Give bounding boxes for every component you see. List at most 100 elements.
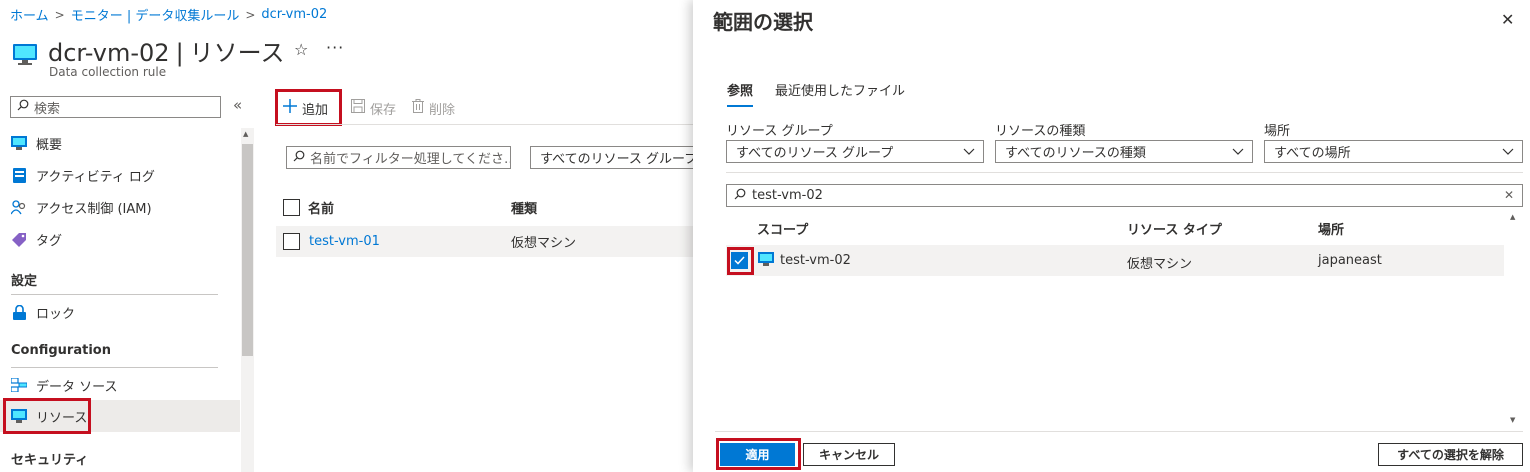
column-header-type[interactable]: 種類 — [511, 198, 537, 217]
sidebar-item-iam[interactable]: アクセス制御 (IAM) — [0, 191, 240, 223]
breadcrumb-monitor-dcr[interactable]: モニター | データ収集ルール — [71, 5, 240, 24]
sidebar-scrollbar[interactable]: ▲ — [241, 128, 254, 472]
location-dropdown[interactable]: すべての場所 — [1264, 140, 1523, 163]
save-button[interactable]: 保存 — [351, 99, 396, 118]
data-source-icon — [11, 377, 27, 393]
resource-type-value: すべてのリソースの種類 — [1005, 146, 1146, 161]
scope-table-scrollbar[interactable]: ▲ ▼ — [1506, 210, 1522, 428]
sidebar-search-placeholder: 検索 — [34, 101, 61, 117]
resource-monitor-icon — [12, 42, 38, 66]
resource-group-filter[interactable]: すべてのリソース グループ — [530, 146, 700, 169]
column-header-resource-type[interactable]: リソース タイプ — [1127, 219, 1222, 238]
sidebar-item-tags[interactable]: タグ — [0, 223, 240, 255]
resource-type-cell: 仮想マシン — [1127, 257, 1193, 272]
table-row[interactable]: test-vm-02 仮想マシン japaneast — [726, 245, 1504, 276]
tab-browse[interactable]: 参照 — [727, 80, 754, 107]
scroll-down-arrow-icon[interactable]: ▼ — [1510, 416, 1515, 424]
more-options-icon[interactable]: ··· — [326, 38, 344, 57]
sidebar-divider — [11, 294, 218, 295]
column-header-location[interactable]: 場所 — [1318, 219, 1344, 238]
location-cell: japaneast — [1318, 253, 1382, 268]
resource-name-link[interactable]: test-vm-01 — [309, 234, 511, 249]
row-checkbox[interactable] — [283, 233, 300, 250]
trash-icon — [412, 99, 425, 117]
sidebar-item-label: 概要 — [36, 137, 63, 153]
sidebar-item-overview[interactable]: 概要 — [0, 127, 240, 159]
sidebar-item-activity-log[interactable]: アクティビティ ログ — [0, 159, 240, 191]
scope-name-cell: test-vm-02 — [780, 253, 851, 268]
sidebar-item-label: アクティビティ ログ — [36, 169, 155, 185]
location-value: すべての場所 — [1274, 146, 1351, 161]
clear-search-icon[interactable]: ✕ — [1504, 188, 1514, 202]
page-title: dcr-vm-02 | リソース — [48, 33, 284, 68]
select-all-checkbox[interactable] — [283, 198, 300, 216]
sidebar-item-lock[interactable]: ロック — [0, 296, 240, 328]
search-icon — [293, 150, 305, 166]
favorite-star-icon[interactable]: ☆ — [294, 40, 308, 59]
tag-icon — [11, 231, 27, 247]
scope-search-input[interactable]: test-vm-02 ✕ — [726, 184, 1523, 207]
resource-type-cell: 仮想マシン — [511, 236, 577, 251]
sidebar-item-label: データ ソース — [36, 379, 118, 395]
clear-all-selections-button[interactable]: すべての選択を解除 — [1378, 443, 1523, 466]
scroll-up-arrow-icon[interactable]: ▲ — [1510, 213, 1515, 221]
breadcrumb-separator: > — [54, 7, 65, 22]
sidebar-search-input[interactable]: 検索 — [10, 96, 221, 118]
chevron-down-icon — [1232, 145, 1244, 159]
name-filter-placeholder: 名前でフィルター処理してくださ… — [310, 152, 511, 167]
resource-type-label: リソースの種類 — [995, 124, 1086, 139]
close-icon[interactable]: ✕ — [1501, 10, 1514, 29]
breadcrumb-home[interactable]: ホーム — [10, 5, 49, 24]
page-title-divider: | — [175, 39, 184, 67]
highlight-apply-box — [716, 438, 801, 470]
collapse-sidebar-icon[interactable]: « — [233, 96, 242, 114]
delete-button[interactable]: 削除 — [412, 99, 455, 118]
scroll-up-arrow-icon[interactable]: ▲ — [243, 130, 248, 138]
vm-icon — [758, 252, 774, 270]
iam-icon — [11, 199, 27, 215]
search-icon — [17, 99, 29, 115]
select-scope-panel: 範囲の選択 ✕ 参照 最近使用したファイル リソース グループ すべてのリソース… — [693, 0, 1530, 472]
sidebar-item-label: ロック — [36, 306, 76, 322]
highlight-add-box — [275, 89, 342, 126]
resource-group-value: すべてのリソース グループ — [736, 146, 894, 161]
scope-table-header: スコープ リソース タイプ 場所 — [726, 214, 1504, 240]
page-title-name: dcr-vm-02 — [48, 39, 170, 67]
scope-tabs: 参照 最近使用したファイル — [727, 80, 905, 107]
filters-divider — [726, 172, 1523, 173]
save-button-label: 保存 — [370, 102, 397, 118]
lock-icon — [11, 304, 27, 320]
breadcrumb-separator: > — [245, 7, 256, 22]
breadcrumb: ホーム > モニター | データ収集ルール > dcr-vm-02 — [10, 5, 327, 24]
sidebar-section-configuration: Configuration — [11, 343, 111, 358]
search-icon — [734, 188, 746, 204]
table-row[interactable]: test-vm-01 仮想マシン — [276, 226, 696, 257]
sidebar-divider — [11, 367, 218, 368]
overview-icon — [11, 135, 27, 151]
sidebar-section-settings: 設定 — [11, 274, 38, 289]
sidebar-item-label: タグ — [36, 233, 63, 249]
sidebar-item-data-sources[interactable]: データ ソース — [0, 369, 240, 401]
highlight-checkbox-box — [727, 247, 754, 275]
breadcrumb-dcr-vm-02[interactable]: dcr-vm-02 — [261, 7, 327, 22]
resource-group-dropdown[interactable]: すべてのリソース グループ — [726, 140, 984, 163]
resources-grid-header: 名前 種類 — [283, 197, 537, 217]
column-header-scope[interactable]: スコープ — [757, 219, 808, 238]
sidebar-section-security: セキュリティ — [11, 453, 89, 468]
command-bar-divider — [276, 124, 696, 125]
chevron-down-icon — [1502, 145, 1514, 159]
resource-type-dropdown[interactable]: すべてのリソースの種類 — [995, 140, 1253, 163]
sidebar-scroll-thumb[interactable] — [242, 144, 253, 356]
page-title-section: リソース — [189, 39, 285, 67]
location-label: 場所 — [1264, 124, 1291, 139]
name-filter-input[interactable]: 名前でフィルター処理してくださ… — [286, 146, 511, 169]
save-icon — [351, 99, 366, 117]
chevron-down-icon — [963, 145, 975, 159]
column-header-name[interactable]: 名前 — [308, 198, 511, 217]
tab-recent[interactable]: 最近使用したファイル — [775, 80, 905, 107]
highlight-resources-box — [3, 398, 91, 434]
activity-log-icon — [11, 167, 27, 183]
page-subtitle: Data collection rule — [49, 65, 167, 79]
scope-search-value: test-vm-02 — [752, 188, 823, 203]
cancel-button[interactable]: キャンセル — [803, 443, 895, 466]
